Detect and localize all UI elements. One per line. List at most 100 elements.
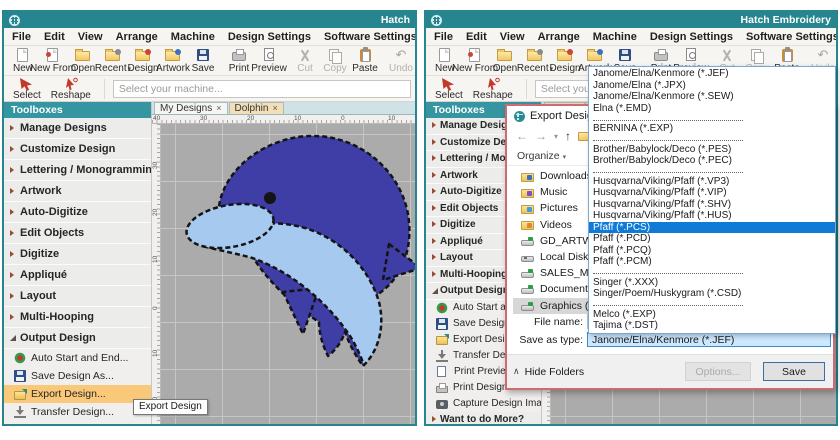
paste-button[interactable]: Paste (350, 47, 380, 75)
save-as-type-combo[interactable]: Janome/Elna/Kenmore (*.JEF) (587, 332, 831, 347)
toolbox-section[interactable]: Lettering / Monogramming (4, 160, 151, 181)
print-button[interactable]: Print (224, 47, 254, 75)
design-icon (134, 48, 152, 63)
format-option[interactable]: Melco (*.EXP) (589, 309, 835, 321)
up-arrow-icon[interactable]: ↑ (565, 129, 571, 143)
new-from-button[interactable]: New From (30, 47, 76, 75)
new-from-button[interactable]: New From (452, 47, 498, 75)
output-design-item[interactable]: Auto Start and End... (4, 349, 151, 367)
format-option[interactable]: Singer (*.XXX) (589, 277, 835, 289)
toolbox-section[interactable]: Appliqué (4, 265, 151, 286)
toolbox-section[interactable]: Multi-Hooping (4, 307, 151, 328)
menu-item[interactable]: Software Settings (746, 31, 836, 43)
format-option[interactable]: Brother/Babylock/Deco (*.PES) (589, 144, 835, 156)
toolbox-section[interactable]: Artwork (4, 181, 151, 202)
design-canvas[interactable] (161, 124, 415, 424)
menu-item[interactable]: Arrange (538, 31, 580, 43)
drive-net-icon (521, 236, 534, 246)
forward-arrow-icon[interactable]: → (535, 129, 547, 143)
recent-button[interactable]: Recent▾ (95, 47, 131, 75)
design-button[interactable]: Design (127, 47, 159, 75)
toolbox-section-more[interactable]: Want to do More? (426, 411, 541, 424)
format-option[interactable]: Janome/Elna/Kenmore (*.JEF) (589, 68, 835, 80)
format-option[interactable]: Janome/Elna/Kenmore (*.SEW) (589, 91, 835, 103)
reshape-tool[interactable]: Reshape (468, 77, 518, 101)
format-option[interactable]: Husqvarna/Viking/Pfaff (*.HUS) (589, 210, 835, 222)
format-option[interactable]: Pfaff (*.PCS) (589, 221, 835, 233)
menu-item[interactable]: Machine (593, 31, 637, 43)
toolbox-section[interactable]: Edit Objects (4, 223, 151, 244)
export-design-tooltip: Export Design (133, 399, 208, 415)
menu-item[interactable]: Software Settings (324, 31, 415, 43)
organize-menu[interactable]: Organize ▾ (517, 150, 566, 162)
select-tool[interactable]: Select (8, 77, 46, 101)
menu-item[interactable]: File (434, 31, 453, 43)
menu-item[interactable]: Machine (171, 31, 215, 43)
output-design-item[interactable]: Export Design... (4, 385, 151, 403)
drive-net-icon (521, 301, 534, 311)
artwork-button[interactable]: Artwork (156, 47, 190, 75)
save-button[interactable]: Save (188, 47, 218, 75)
toolbox-section[interactable]: Digitize (4, 244, 151, 265)
format-option[interactable]: Pfaff (*.PCQ) (589, 245, 835, 257)
format-option[interactable]: Elna (*.EMD) (589, 103, 835, 115)
menu-item[interactable]: View (500, 31, 525, 43)
tab-dolphin[interactable]: Dolphin × (228, 102, 284, 114)
hide-folders-button[interactable]: ∧ Hide Folders (513, 366, 584, 378)
recent-icon (526, 48, 544, 63)
toolbox-section[interactable]: Customize Design (4, 139, 151, 160)
output-design-item[interactable]: Save Design As... (4, 367, 151, 385)
format-option[interactable] (589, 268, 835, 277)
back-arrow-icon[interactable]: ← (516, 129, 528, 143)
open-button[interactable]: Open (490, 47, 520, 75)
toolbox-section-output-design[interactable]: Output Design (4, 328, 151, 349)
undo-button[interactable]: ↶Undo (386, 47, 415, 75)
toolbox-section[interactable]: Manage Designs (4, 118, 151, 139)
copy-button[interactable]: Copy (320, 47, 350, 75)
menu-item[interactable]: Arrange (116, 31, 158, 43)
format-option[interactable]: Tajima (*.DST) (589, 320, 835, 332)
menu-item[interactable]: Design Settings (228, 31, 311, 43)
open-button[interactable]: Open (68, 47, 98, 75)
output-design-item[interactable]: Print Preview... (4, 421, 151, 424)
select-tool[interactable]: Select (430, 77, 468, 101)
format-option[interactable]: Husqvarna/Viking/Pfaff (*.VP3) (589, 176, 835, 188)
recent-button[interactable]: Recent▾ (517, 47, 553, 75)
format-option[interactable] (589, 300, 835, 309)
history-caret-icon[interactable]: ▾ (554, 132, 558, 141)
format-option[interactable]: Singer/Poem/Huskygram (*.CSD) (589, 288, 835, 300)
format-option[interactable]: Husqvarna/Viking/Pfaff (*.VIP) (589, 187, 835, 199)
options-button[interactable]: Options... (685, 362, 751, 381)
design-button[interactable]: Design (549, 47, 581, 75)
titlebar[interactable]: Hatch Embroidery (426, 12, 836, 28)
format-option[interactable]: Brother/Babylock/Deco (*.PEC) (589, 155, 835, 167)
format-option[interactable]: Janome/Elna (*.JPX) (589, 80, 835, 92)
cut-button[interactable]: Cut (290, 47, 320, 75)
menu-item[interactable]: File (12, 31, 31, 43)
reshape-tool[interactable]: Reshape (46, 77, 96, 101)
titlebar[interactable]: Hatch (4, 12, 415, 28)
output-design-item[interactable]: Transfer Design... (4, 403, 151, 421)
format-option[interactable] (589, 135, 835, 144)
menu-item[interactable]: View (78, 31, 103, 43)
output-design-item[interactable]: Capture Design Image... (426, 395, 541, 412)
format-option[interactable]: Pfaff (*.PCD) (589, 233, 835, 245)
format-option[interactable] (589, 167, 835, 176)
format-option[interactable]: Pfaff (*.PCM) (589, 256, 835, 268)
preview-button[interactable]: Preview (251, 47, 287, 75)
dialog-save-button[interactable]: Save (763, 362, 825, 381)
format-option[interactable]: Husqvarna/Viking/Pfaff (*.SHV) (589, 199, 835, 211)
format-option[interactable]: BERNINA (*.EXP) (589, 123, 835, 135)
toolbox-section[interactable]: Auto-Digitize (4, 202, 151, 223)
menu-item[interactable]: Design Settings (650, 31, 733, 43)
transfer-icon (436, 349, 448, 362)
folder-music-icon (521, 188, 534, 198)
menu-item[interactable]: Edit (466, 31, 487, 43)
machine-select-input[interactable] (112, 79, 411, 98)
format-option[interactable] (589, 114, 835, 123)
toolbox-section[interactable]: Layout (4, 286, 151, 307)
close-icon[interactable]: × (272, 104, 277, 113)
close-icon[interactable]: × (216, 104, 221, 113)
menu-item[interactable]: Edit (44, 31, 65, 43)
tab-my-designs[interactable]: My Designs× (154, 102, 228, 114)
